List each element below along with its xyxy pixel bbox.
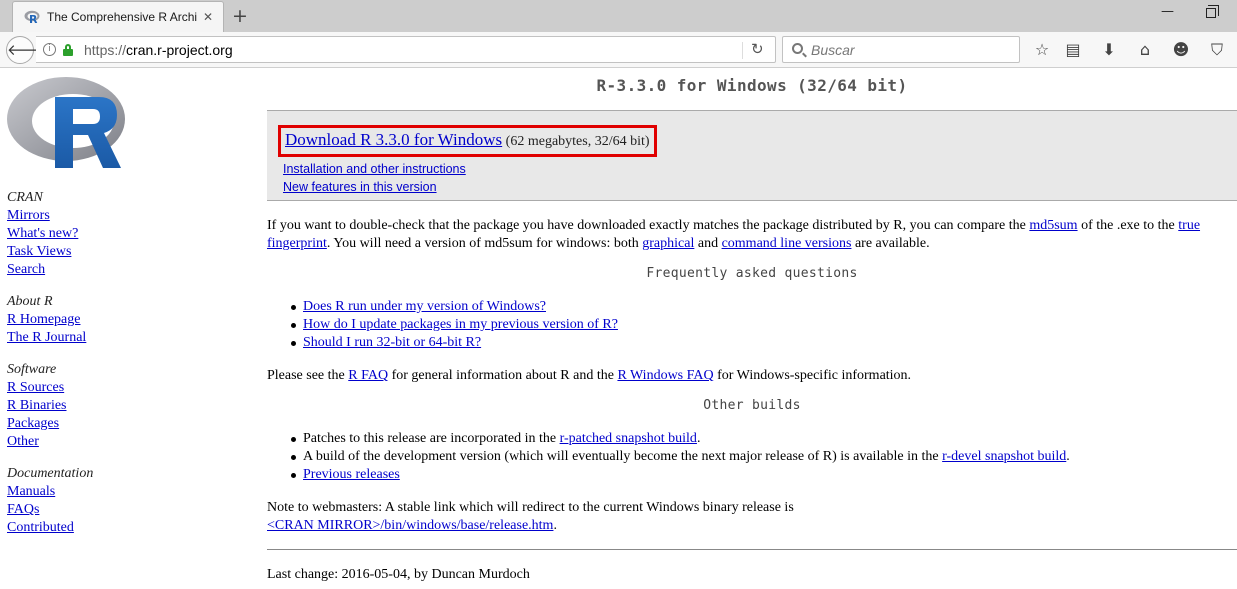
sidebar-link-whats-new[interactable]: What's new? (7, 225, 247, 243)
list-item: A build of the development version (whic… (287, 448, 1237, 466)
divider (267, 549, 1237, 550)
svg-text:R: R (29, 13, 38, 24)
new-features-link[interactable]: New features in this version (283, 178, 437, 196)
rfaq-paragraph: Please see the R FAQ for general informa… (267, 368, 912, 383)
info-icon[interactable]: i (43, 43, 56, 56)
r-patched-link[interactable]: r-patched snapshot build (560, 431, 697, 446)
sidebar-group-cran: CRAN Mirrors What's new? Task Views Sear… (7, 189, 247, 279)
list-item: Should I run 32-bit or 64-bit R? (287, 334, 1237, 352)
sidebar-link-other[interactable]: Other (7, 433, 247, 451)
other-builds-list: Patches to this release are incorporated… (267, 430, 1237, 484)
faq-heading: Frequently asked questions (646, 266, 858, 281)
faq-list: Does R run under my version of Windows? … (267, 298, 1237, 352)
other-builds-heading: Other builds (703, 398, 801, 413)
download-size: (62 megabytes, 32/64 bit) (505, 134, 650, 149)
new-tab-icon[interactable]: + (232, 5, 248, 27)
webmasters-note: Note to webmasters: A stable link which … (267, 500, 794, 533)
r-faq-link[interactable]: R FAQ (348, 368, 388, 383)
search-icon (792, 43, 803, 54)
browser-tab[interactable]: R The Comprehensive R Archive Network ✕ (12, 1, 224, 32)
list-item: Previous releases (287, 466, 1237, 484)
back-button[interactable]: 🡐 (6, 36, 47, 64)
search-input[interactable] (811, 42, 1011, 58)
page-title: R-3.3.0 for Windows (32/64 bit) (596, 76, 908, 95)
sidebar-heading: About R (7, 294, 53, 309)
home-icon[interactable]: ⌂ (1135, 40, 1155, 60)
divider (742, 42, 743, 59)
release-htm-link[interactable]: <CRAN MIRROR>/bin/windows/base/release.h… (267, 518, 553, 533)
command-line-versions-link[interactable]: command line versions (722, 236, 852, 251)
chat-icon[interactable]: ☻ (1171, 40, 1191, 60)
list-item: Does R run under my version of Windows? (287, 298, 1237, 316)
url-text[interactable]: https://cran.r-project.org (84, 42, 233, 58)
previous-releases-link[interactable]: Previous releases (303, 467, 400, 482)
nav-bar: 🡐 i https://cran.r-project.org ↻ ☆ ▤ ⬇ ⌂… (0, 32, 1237, 68)
r-logo[interactable] (7, 75, 127, 169)
sidebar-heading: Documentation (7, 466, 94, 481)
sidebar-link-r-sources[interactable]: R Sources (7, 379, 247, 397)
sidebar-group-software: Software R Sources R Binaries Packages O… (7, 361, 247, 451)
sidebar-link-packages[interactable]: Packages (7, 415, 247, 433)
search-bar[interactable] (782, 36, 1020, 63)
faq-link-32-or-64-bit[interactable]: Should I run 32-bit or 64-bit R? (303, 335, 481, 350)
bookmark-star-icon[interactable]: ☆ (1032, 40, 1052, 60)
lock-icon[interactable] (63, 44, 73, 56)
faq-link-windows-version[interactable]: Does R run under my version of Windows? (303, 299, 546, 314)
sidebar-link-mirrors[interactable]: Mirrors (7, 207, 247, 225)
list-item: Patches to this release are incorporated… (287, 430, 1237, 448)
sidebar-link-r-homepage[interactable]: R Homepage (7, 311, 247, 329)
download-r-link[interactable]: Download R 3.3.0 for Windows (285, 130, 502, 149)
sidebar-heading: Software (7, 362, 57, 377)
sidebar-group-documentation: Documentation Manuals FAQs Contributed (7, 465, 247, 537)
sidebar-link-r-binaries[interactable]: R Binaries (7, 397, 247, 415)
pocket-icon[interactable]: ⛉ (1207, 40, 1227, 60)
reload-icon[interactable]: ↻ (751, 40, 764, 58)
sidebar-link-contributed[interactable]: Contributed (7, 519, 247, 537)
md5sum-link[interactable]: md5sum (1029, 218, 1077, 233)
reading-list-icon[interactable]: ▤ (1063, 40, 1083, 60)
sidebar-link-manuals[interactable]: Manuals (7, 483, 247, 501)
sidebar-link-search[interactable]: Search (7, 261, 247, 279)
last-change: Last change: 2016-05-04, by Duncan Murdo… (267, 567, 530, 582)
r-devel-link[interactable]: r-devel snapshot build (942, 449, 1066, 464)
r-favicon-icon: R (24, 10, 40, 24)
sidebar: CRAN Mirrors What's new? Task Views Sear… (7, 75, 247, 551)
tab-bar: R The Comprehensive R Archive Network ✕ … (0, 0, 1237, 32)
sidebar-link-r-journal[interactable]: The R Journal (7, 329, 247, 347)
graphical-link[interactable]: graphical (642, 236, 694, 251)
list-item: How do I update packages in my previous … (287, 316, 1237, 334)
download-highlight: Download R 3.3.0 for Windows (62 megabyt… (278, 125, 657, 157)
install-instructions-link[interactable]: Installation and other instructions (283, 160, 466, 178)
sidebar-link-faqs[interactable]: FAQs (7, 501, 247, 519)
restore-window-icon[interactable] (1206, 5, 1219, 18)
downloads-icon[interactable]: ⬇ (1099, 40, 1119, 60)
sidebar-group-about: About R R Homepage The R Journal (7, 293, 247, 347)
sidebar-heading: CRAN (7, 190, 43, 205)
r-windows-faq-link[interactable]: R Windows FAQ (617, 368, 713, 383)
close-tab-icon[interactable]: ✕ (203, 10, 213, 24)
md5-paragraph: If you want to double-check that the pac… (267, 218, 1201, 251)
minimize-icon[interactable]: — (1161, 4, 1174, 19)
download-box: Download R 3.3.0 for Windows (62 megabyt… (267, 110, 1237, 201)
tab-title: The Comprehensive R Archive Network (47, 10, 197, 24)
url-bar[interactable]: i https://cran.r-project.org ↻ (36, 36, 776, 63)
sidebar-link-task-views[interactable]: Task Views (7, 243, 247, 261)
main-content: R-3.3.0 for Windows (32/64 bit) Download… (267, 70, 1237, 584)
faq-link-update-packages[interactable]: How do I update packages in my previous … (303, 317, 618, 332)
